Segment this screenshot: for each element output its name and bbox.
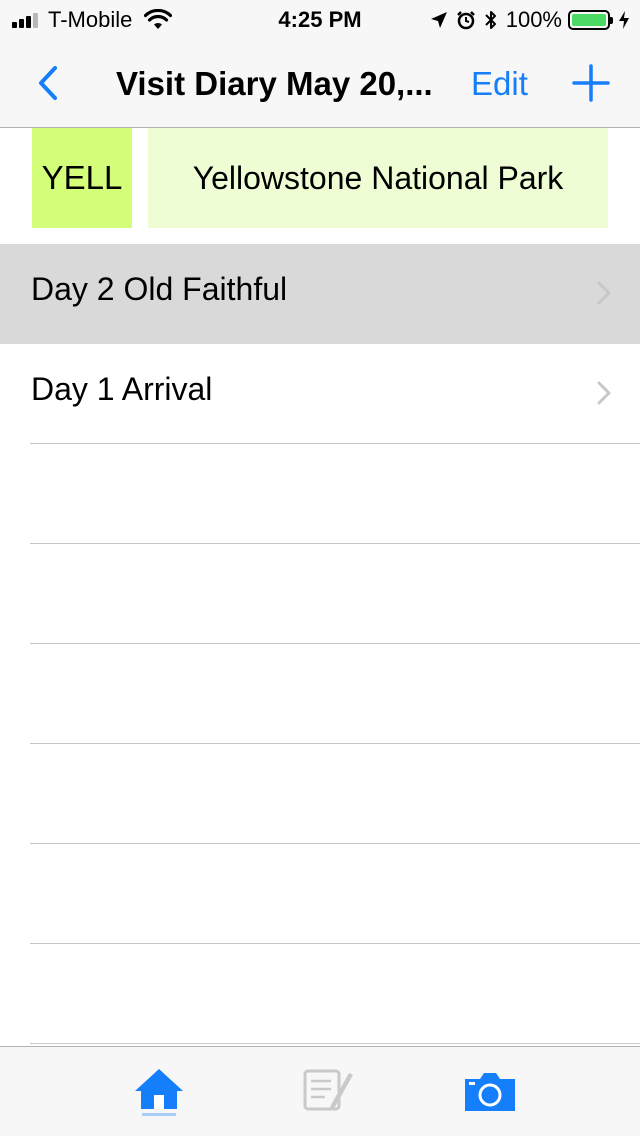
chevron-right-icon bbox=[597, 381, 611, 405]
row-separator bbox=[30, 1043, 640, 1044]
diary-entry-list: Day 2 Old Faithful Day 1 Arrival bbox=[0, 244, 640, 1044]
chevron-right-icon bbox=[597, 281, 611, 305]
charging-bolt-icon bbox=[619, 11, 629, 29]
row-separator bbox=[30, 743, 640, 744]
page-title: Visit Diary May 20,... bbox=[116, 65, 433, 102]
row-separator bbox=[30, 543, 640, 544]
park-name: Yellowstone National Park bbox=[148, 128, 608, 228]
location-arrow-icon bbox=[430, 12, 447, 28]
list-item[interactable]: Day 1 Arrival bbox=[0, 344, 640, 444]
list-item-label: Day 2 Old Faithful bbox=[31, 271, 288, 307]
tab-bar bbox=[0, 1046, 640, 1136]
bluetooth-icon bbox=[485, 11, 496, 29]
app-screen: T-Mobile 4:25 PM 100% Visit Diary May 20… bbox=[0, 0, 640, 1136]
row-separator bbox=[30, 943, 640, 944]
row-separator bbox=[30, 843, 640, 844]
park-code-badge: YELL bbox=[32, 128, 132, 228]
home-icon bbox=[135, 1069, 183, 1116]
battery-fill bbox=[572, 14, 606, 26]
tab-home[interactable] bbox=[129, 1065, 189, 1125]
status-bar: T-Mobile 4:25 PM 100% bbox=[0, 0, 640, 40]
chevron-left-icon bbox=[39, 66, 57, 100]
park-header: YELL Yellowstone National Park bbox=[0, 128, 640, 244]
list-item[interactable]: Day 2 Old Faithful bbox=[0, 244, 640, 344]
edit-button[interactable]: Edit bbox=[471, 40, 528, 128]
row-separator bbox=[30, 443, 640, 444]
camera-icon bbox=[465, 1073, 515, 1111]
navigation-bar: Visit Diary May 20,... Edit bbox=[0, 40, 640, 128]
battery-percentage: 100% bbox=[505, 7, 562, 32]
back-button[interactable] bbox=[28, 60, 68, 106]
battery-icon bbox=[568, 10, 613, 30]
tab-camera[interactable] bbox=[460, 1065, 520, 1125]
row-separator bbox=[30, 643, 640, 644]
plus-icon bbox=[572, 64, 610, 102]
add-entry-button[interactable] bbox=[572, 64, 610, 102]
status-right: 100% bbox=[422, 6, 630, 34]
notebook-icon bbox=[303, 1069, 353, 1111]
alarm-icon bbox=[456, 11, 475, 30]
list-item-label: Day 1 Arrival bbox=[31, 371, 213, 407]
tab-diary[interactable] bbox=[297, 1065, 357, 1125]
